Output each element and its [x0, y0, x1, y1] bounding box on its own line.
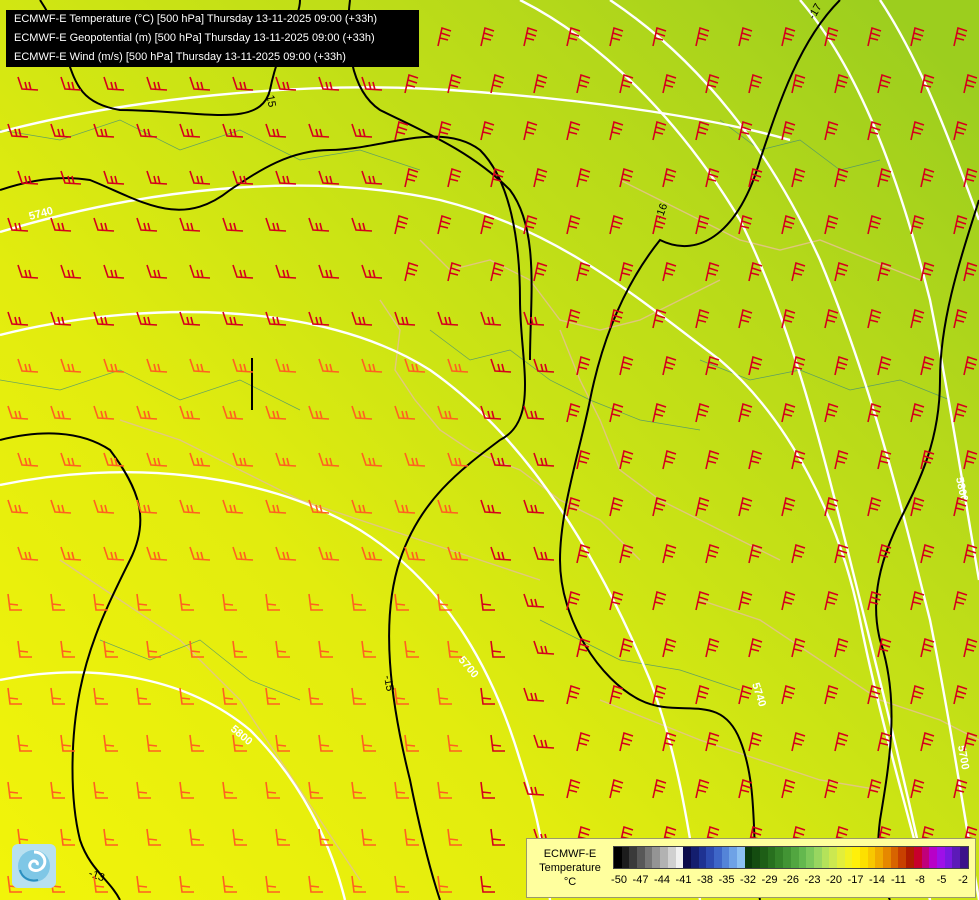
geopotential-layer-title: ECMWF-E Geopotential (m) [500 hPa] Thurs…	[14, 32, 375, 44]
legend-swatch	[737, 847, 745, 868]
legend-swatch	[629, 847, 638, 868]
legend-swatch	[675, 847, 684, 868]
legend-tick-label: -38	[697, 874, 713, 886]
legend-swatch	[790, 847, 799, 868]
legend-tick-label: -32	[740, 874, 756, 886]
legend-swatch	[621, 847, 630, 868]
legend-tick-label: -23	[804, 874, 821, 886]
temperature-layer-title: ECMWF-E Temperature (°C) [500 hPa] Thurs…	[14, 13, 377, 25]
legend-swatch	[952, 847, 960, 868]
legend-swatch	[775, 847, 784, 868]
map-canvas[interactable]: 5740 5700 5800 5740 5800 5700 -15 -16 -1…	[0, 0, 979, 900]
legend-tick-label: -17	[847, 874, 864, 886]
legend-tick-label: -11	[890, 874, 907, 886]
legend-swatch	[798, 847, 807, 868]
legend-swatch	[836, 847, 845, 868]
legend-swatch	[898, 847, 907, 868]
legend-swatch	[637, 847, 645, 868]
legend-swatch	[936, 847, 945, 868]
wind-layer-title: ECMWF-E Wind (m/s) [500 hPa] Thursday 13…	[14, 51, 346, 63]
legend-swatch	[844, 847, 853, 868]
legend-swatch	[867, 847, 876, 868]
legend-swatch	[875, 847, 884, 868]
legend-swatch	[921, 847, 930, 868]
legend-swatch	[883, 847, 891, 868]
legend-swatch	[744, 847, 753, 868]
legend-swatch	[913, 847, 922, 868]
weather-map[interactable]: 5740 5700 5800 5740 5800 5700 -15 -16 -1…	[0, 0, 979, 900]
legend-tick-label: -5	[936, 874, 947, 886]
temperature-field	[0, 0, 979, 900]
legend-tick-label: -2	[958, 874, 968, 886]
legend-swatch	[614, 847, 622, 868]
legend-swatch	[806, 847, 814, 868]
legend-swatch	[890, 847, 899, 868]
legend-swatch	[706, 847, 714, 868]
legend-swatch	[760, 847, 768, 868]
legend-swatch	[783, 847, 791, 868]
legend-swatch	[752, 847, 761, 868]
legend-tick-label: -41	[675, 874, 692, 886]
legend-swatch	[767, 847, 776, 868]
temperature-legend: ECMWF-E Temperature °C -50 -47 -44 -41 -38 -3…	[526, 838, 976, 898]
legend-tick-label: -26	[783, 874, 799, 886]
legend-swatch	[829, 847, 837, 868]
legend-swatch	[644, 847, 653, 868]
swirl-icon	[18, 850, 50, 882]
legend-tick-label: -29	[761, 874, 778, 886]
legend-swatch	[959, 847, 968, 868]
legend-swatch	[660, 847, 668, 868]
legend-swatch	[721, 847, 730, 868]
legend-swatch	[698, 847, 707, 868]
legend-swatch	[929, 847, 937, 868]
legend-swatch	[860, 847, 868, 868]
legend-swatch	[944, 847, 953, 868]
legend-tick-label: -8	[915, 874, 925, 886]
legend-swatch	[690, 847, 699, 868]
legend-tick-label: -35	[718, 874, 735, 886]
legend-tick-label: -14	[869, 874, 885, 886]
legend-color-scale	[613, 846, 969, 869]
legend-swatch	[729, 847, 737, 868]
legend-tick-label: -50	[611, 874, 627, 886]
legend-swatch	[852, 847, 860, 868]
legend-tick-labels: -50 -47 -44 -41 -38 -35 -32 -29 -26 -23 -20 -17 -14-…	[611, 874, 973, 890]
provider-logo	[12, 844, 56, 888]
legend-swatch	[667, 847, 676, 868]
map-info-panel: ECMWF-E Temperature (°C) [500 hPa] Thurs…	[6, 10, 419, 67]
legend-swatch	[713, 847, 722, 868]
legend-swatch	[683, 847, 691, 868]
legend-tick-label: -44	[654, 874, 670, 886]
legend-swatch	[652, 847, 661, 868]
legend-tick-label: -20	[826, 874, 842, 886]
legend-swatch	[906, 847, 914, 868]
legend-tick-label: -47	[632, 874, 649, 886]
legend-swatch	[821, 847, 830, 868]
legend-title: ECMWF-E Temperature °C	[539, 848, 601, 888]
legend-swatch	[813, 847, 822, 868]
